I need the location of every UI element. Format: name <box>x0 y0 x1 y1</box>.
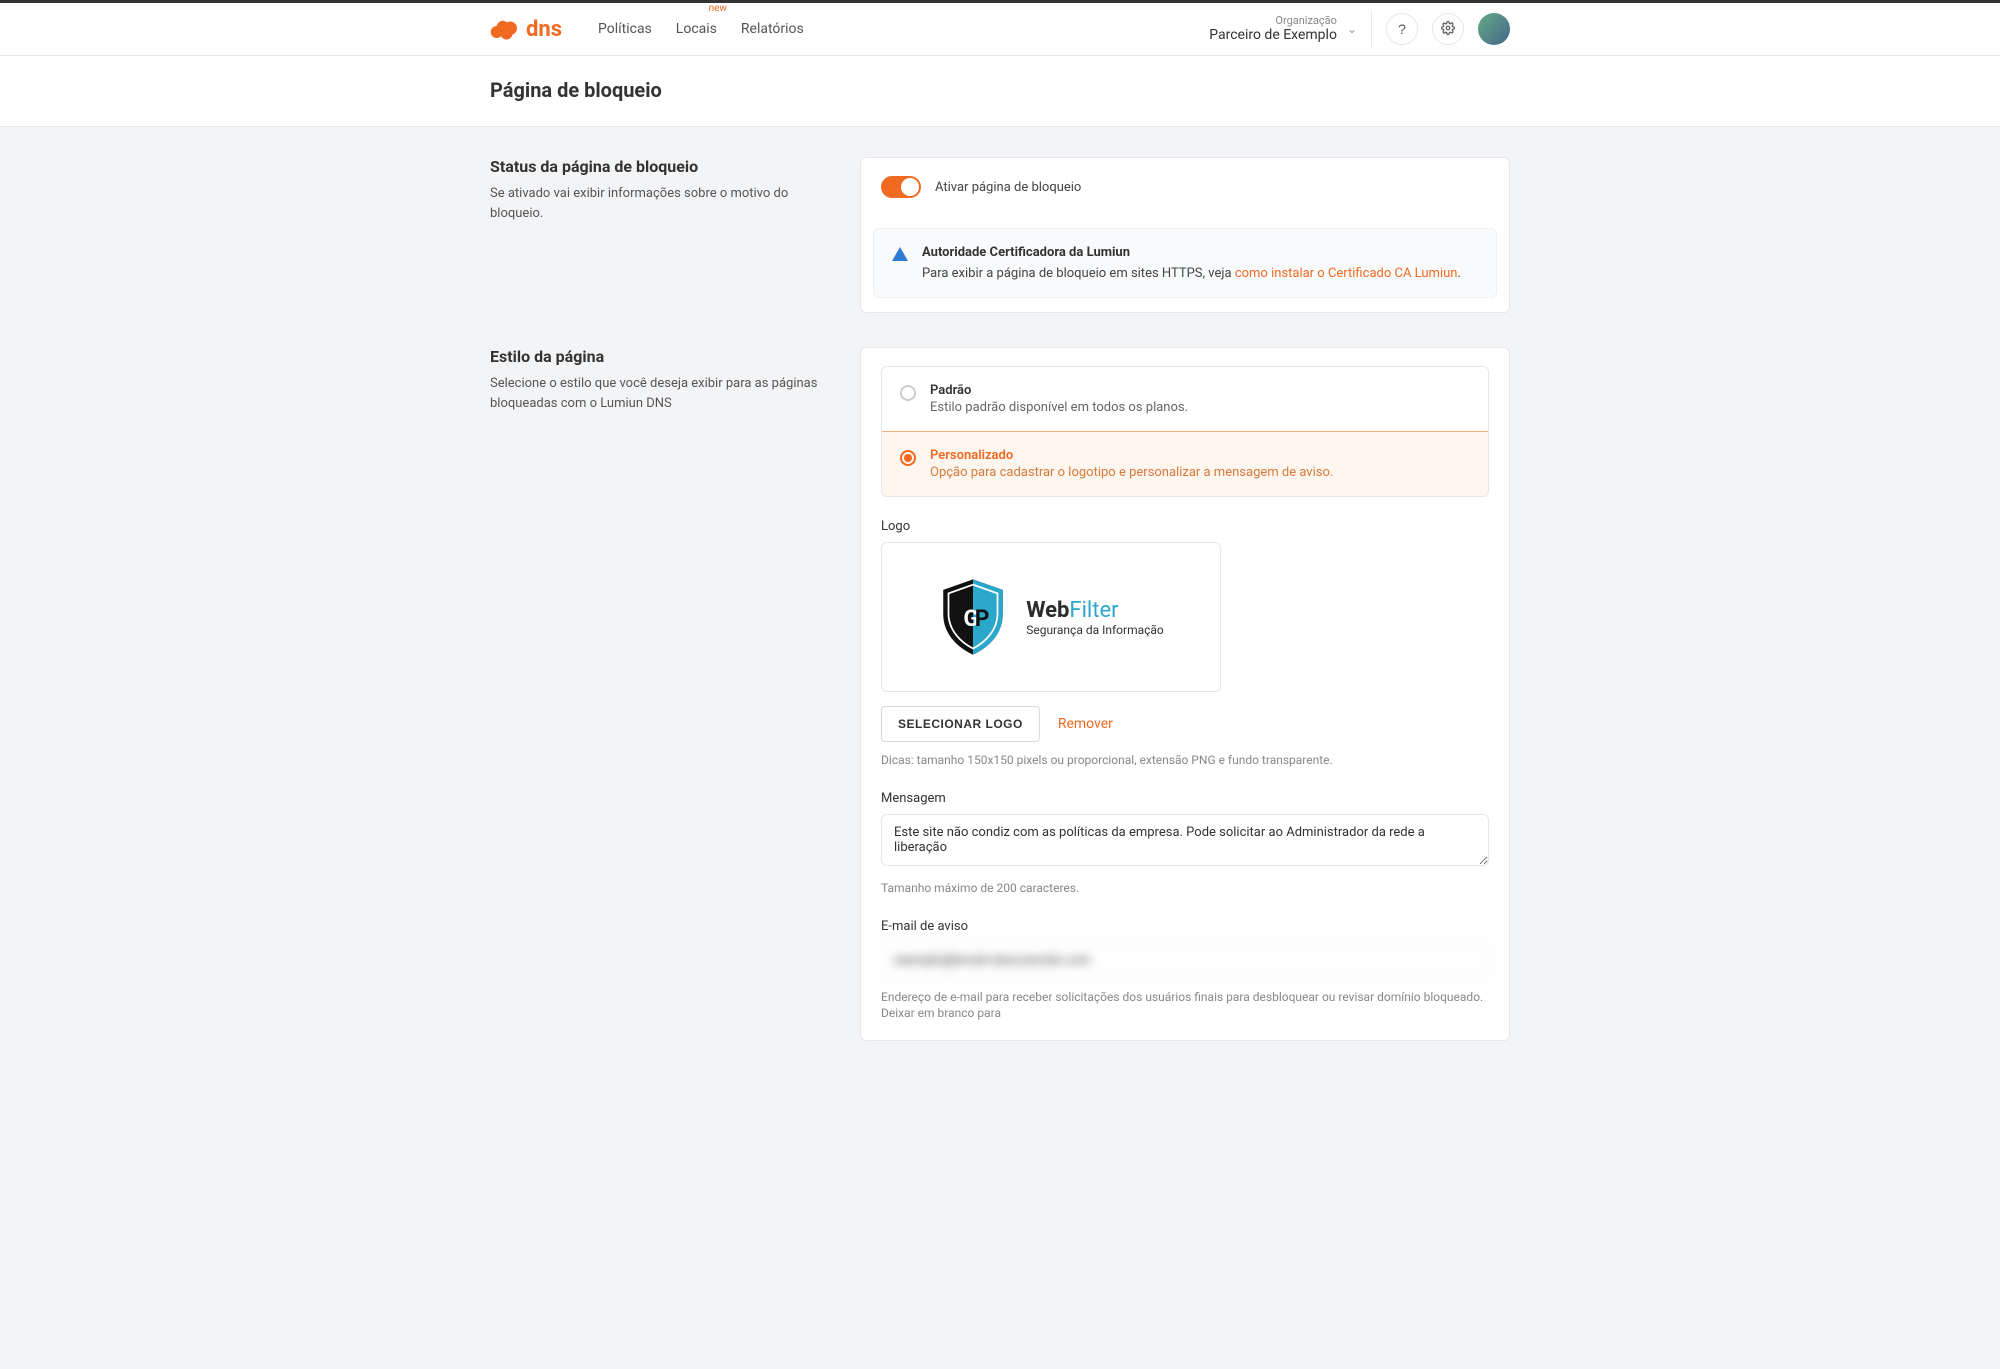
email-hint: Endereço de e-mail para receber solicita… <box>881 989 1489 1023</box>
remove-logo-link[interactable]: Remover <box>1058 716 1113 732</box>
radio-icon <box>900 450 916 466</box>
logo-brand: WebFilter <box>1026 598 1164 623</box>
email-label: E-mail de aviso <box>881 919 1489 934</box>
email-input[interactable] <box>881 942 1489 979</box>
status-heading: Status da página de bloqueio <box>490 157 820 176</box>
option-custom-title: Personalizado <box>930 448 1333 463</box>
nav-locais[interactable]: Locais new <box>676 13 717 45</box>
org-value: Parceiro de Exemplo <box>1209 27 1337 44</box>
ca-alert: Autoridade Certificadora da Lumiun Para … <box>873 228 1497 298</box>
svg-text:P: P <box>975 605 990 632</box>
warning-icon <box>892 247 908 261</box>
new-badge: new <box>709 3 727 14</box>
cloud-icon <box>490 17 520 41</box>
nav-locais-label: Locais <box>676 21 717 37</box>
alert-body: Para exibir a página de bloqueio em site… <box>922 266 1461 281</box>
style-heading: Estilo da página <box>490 347 820 366</box>
org-selector[interactable]: Organização Parceiro de Exemplo ⌄ <box>1209 14 1357 44</box>
page-title: Página de bloqueio <box>490 78 1510 102</box>
help-button[interactable]: ? <box>1386 13 1418 45</box>
radio-icon <box>900 385 916 401</box>
style-option-custom[interactable]: Personalizado Opção para cadastrar o log… <box>881 431 1489 497</box>
style-option-default[interactable]: Padrão Estilo padrão disponível em todos… <box>882 367 1488 432</box>
help-icon: ? <box>1398 21 1406 37</box>
message-label: Mensagem <box>881 791 1489 806</box>
avatar[interactable] <box>1478 13 1510 45</box>
toggle-label: Ativar página de bloqueio <box>935 180 1081 195</box>
settings-button[interactable] <box>1432 13 1464 45</box>
option-default-title: Padrão <box>930 383 1188 398</box>
select-logo-button[interactable]: SELECIONAR LOGO <box>881 706 1040 742</box>
logo-preview: G P WebFilter Segurança da Informação <box>881 542 1221 692</box>
enable-block-page-toggle[interactable] <box>881 176 921 198</box>
style-description: Selecione o estilo que você deseja exibi… <box>490 374 820 413</box>
gear-icon <box>1441 21 1455 38</box>
message-hint: Tamanho máximo de 200 caracteres. <box>881 880 1489 897</box>
nav-politicas[interactable]: Políticas <box>598 13 652 45</box>
logo-hint: Dicas: tamanho 150x150 pixels ou proporc… <box>881 752 1489 769</box>
brand-name: dns <box>526 17 562 42</box>
option-custom-sub: Opção para cadastrar o logotipo e person… <box>930 465 1333 480</box>
org-label: Organização <box>1209 14 1337 27</box>
status-description: Se ativado vai exibir informações sobre … <box>490 184 820 223</box>
option-default-sub: Estilo padrão disponível em todos os pla… <box>930 400 1188 415</box>
shield-icon: G P <box>938 577 1008 657</box>
nav-relatorios[interactable]: Relatórios <box>741 13 804 45</box>
logo-tagline: Segurança da Informação <box>1026 623 1164 637</box>
chevron-down-icon: ⌄ <box>1347 22 1357 36</box>
logo-label: Logo <box>881 519 1489 534</box>
divider <box>1371 11 1372 47</box>
alert-title: Autoridade Certificadora da Lumiun <box>922 245 1461 260</box>
ca-install-link[interactable]: como instalar o Certificado CA Lumiun <box>1235 266 1458 281</box>
message-textarea[interactable] <box>881 814 1489 866</box>
brand-logo[interactable]: dns <box>490 17 562 42</box>
